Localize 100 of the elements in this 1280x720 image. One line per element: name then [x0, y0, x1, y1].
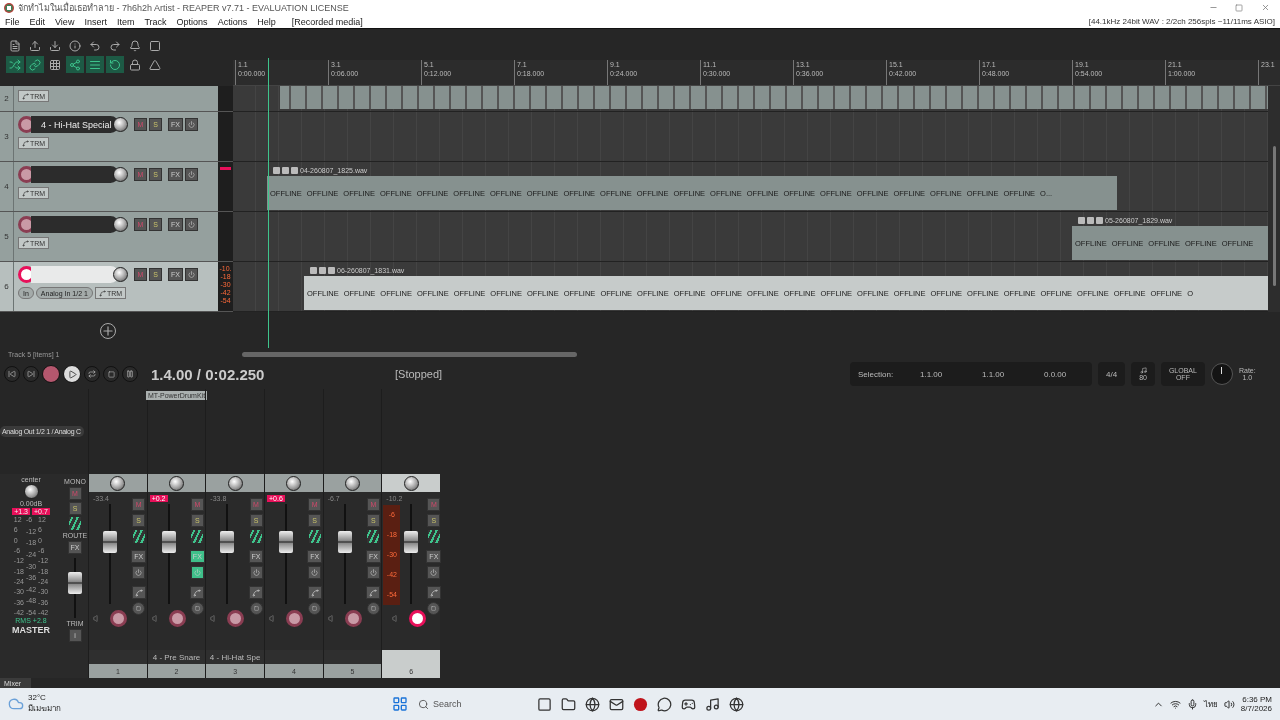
pan-knob[interactable] — [286, 475, 302, 491]
envelope-button[interactable] — [426, 586, 441, 599]
power-button[interactable] — [184, 268, 198, 281]
envelope-icon — [252, 588, 260, 597]
skip-forward-button[interactable] — [23, 366, 39, 382]
volume-icon[interactable] — [1223, 698, 1235, 710]
toggle-button[interactable] — [66, 56, 84, 73]
io-button[interactable] — [366, 602, 380, 615]
chat-icon — [656, 696, 672, 712]
skip-back-icon — [8, 370, 16, 378]
power-icon — [311, 569, 319, 576]
fader-handle[interactable] — [337, 530, 352, 553]
io-button[interactable] — [427, 602, 441, 615]
route-icon[interactable] — [427, 530, 440, 543]
volume-knob[interactable] — [113, 267, 128, 282]
route-icon[interactable] — [367, 530, 380, 543]
volume-knob[interactable] — [113, 217, 128, 232]
fader-handle[interactable] — [161, 530, 176, 553]
power-button[interactable] — [427, 566, 441, 579]
channel-name-field: 4 - Hi-Hat Spe — [206, 650, 264, 664]
selection-label: Selection: — [858, 369, 895, 379]
menu-item[interactable]: Help — [257, 16, 276, 27]
power-button[interactable] — [308, 566, 322, 579]
io-button[interactable] — [190, 602, 204, 615]
envelope-button[interactable] — [190, 586, 205, 599]
menu-item[interactable]: Track — [144, 16, 167, 27]
toggle-button[interactable] — [86, 56, 104, 73]
envelope-button[interactable] — [131, 586, 146, 599]
vertical-scrollbar[interactable] — [1268, 86, 1280, 312]
language-indicator[interactable]: ไทย — [1203, 697, 1218, 711]
record-arm-button[interactable] — [409, 610, 427, 627]
track-name-field[interactable]: 4 - Hi-Hat Special — [31, 116, 119, 133]
skip-forward-icon — [27, 370, 35, 378]
stop-button[interactable] — [103, 366, 119, 382]
pan-knob[interactable] — [345, 475, 360, 491]
menu-item[interactable]: Edit — [29, 16, 46, 27]
fader-handle[interactable] — [102, 530, 117, 553]
lines-icon — [89, 58, 101, 71]
route-icon[interactable] — [132, 530, 145, 543]
menu-item[interactable]: Insert — [84, 16, 107, 27]
record-arm-button[interactable] — [109, 610, 127, 627]
pan-knob[interactable] — [23, 484, 39, 499]
skip-back-button[interactable] — [4, 366, 20, 382]
pause-button[interactable] — [122, 366, 138, 382]
io-button[interactable] — [249, 602, 263, 615]
envelope-button[interactable] — [366, 586, 381, 599]
toggle-button[interactable] — [26, 56, 44, 73]
menu-item[interactable]: View — [55, 16, 75, 27]
power-button[interactable] — [132, 566, 146, 579]
toggle-button[interactable] — [6, 56, 24, 73]
power-button[interactable] — [190, 566, 204, 579]
envelope-icon — [429, 588, 438, 597]
power-icon — [369, 569, 377, 576]
pan-knob[interactable] — [227, 475, 243, 491]
loop-button[interactable] — [84, 366, 100, 382]
power-button[interactable] — [249, 566, 263, 579]
globe-icon — [584, 696, 600, 712]
toolbar-button[interactable] — [66, 37, 84, 54]
menu-item[interactable]: File — [5, 16, 20, 27]
volume-knob[interactable] — [113, 167, 128, 182]
menu-item[interactable]: Item — [116, 16, 135, 27]
clock[interactable]: 6:36 PM 8/7/2026 — [1240, 695, 1272, 713]
fader-handle[interactable] — [68, 572, 82, 595]
power-button[interactable] — [366, 566, 380, 579]
route-icon[interactable] — [69, 517, 81, 530]
menu-item[interactable]: Actions — [217, 16, 248, 27]
transport-state: [Stopped] — [395, 368, 444, 380]
power-button[interactable] — [184, 118, 198, 131]
envelope-icon — [22, 139, 29, 147]
envelope-button[interactable] — [249, 586, 263, 599]
record-arm-button[interactable] — [227, 610, 245, 627]
envelope-icon — [369, 588, 378, 597]
power-button[interactable] — [184, 218, 198, 231]
toggle-button[interactable] — [106, 56, 124, 73]
play-button[interactable] — [63, 365, 81, 383]
envelope-button[interactable] — [307, 586, 322, 599]
fader-handle[interactable] — [278, 530, 293, 553]
microphone-icon[interactable] — [1186, 698, 1198, 710]
pan-knob[interactable] — [169, 475, 184, 491]
pan-knob[interactable] — [110, 475, 126, 491]
power-button[interactable] — [184, 168, 198, 181]
horizontal-scrollbar[interactable] — [242, 351, 577, 357]
io-button[interactable] — [308, 602, 322, 615]
fader-handle[interactable] — [404, 530, 419, 553]
route-icon[interactable] — [250, 530, 262, 543]
mail-icon — [608, 696, 624, 712]
record-arm-button[interactable] — [168, 610, 186, 627]
search-field[interactable]: Search — [412, 693, 532, 715]
volume-knob[interactable] — [113, 117, 128, 132]
route-icon[interactable] — [308, 530, 321, 543]
power-icon — [187, 221, 195, 228]
record-arm-button[interactable] — [285, 610, 303, 627]
route-icon[interactable] — [191, 530, 204, 543]
io-button[interactable] — [132, 602, 146, 615]
record-button[interactable] — [42, 365, 60, 383]
fader-handle[interactable] — [220, 530, 235, 553]
wifi-icon[interactable] — [1169, 698, 1181, 710]
pan-knob[interactable] — [403, 475, 419, 491]
menu-item[interactable]: Options — [176, 16, 208, 27]
record-arm-button[interactable] — [344, 610, 362, 627]
